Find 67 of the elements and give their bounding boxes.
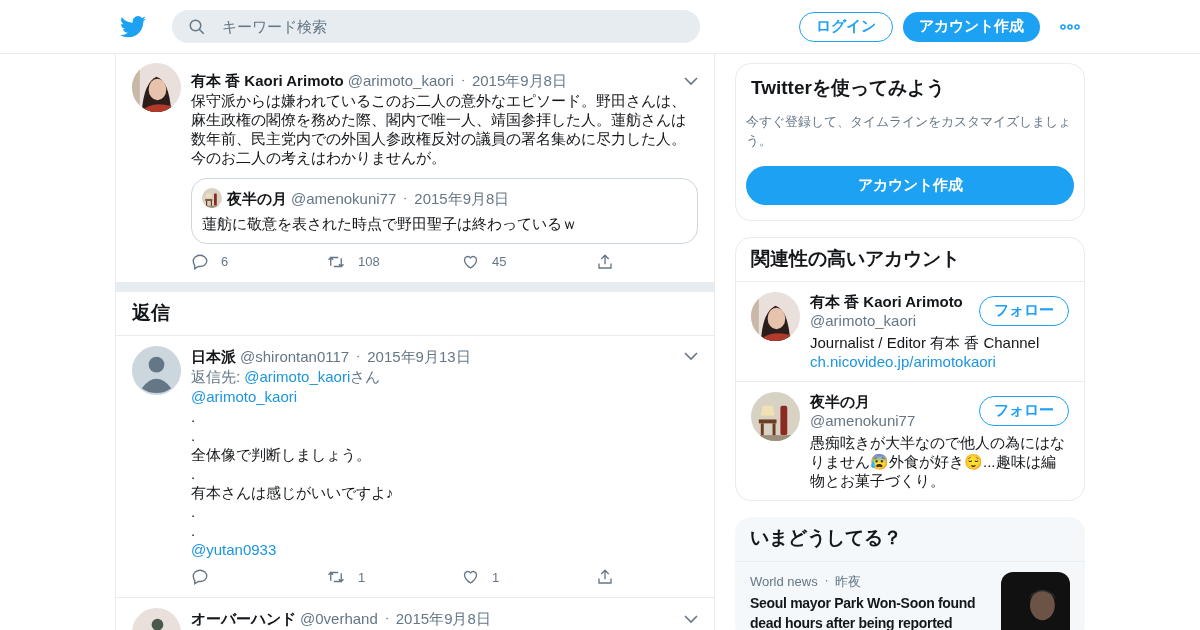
tweet-text: . xyxy=(191,520,197,540)
tweet-text: . xyxy=(191,425,197,445)
heart-icon[interactable] xyxy=(461,568,480,587)
separator-dot: ・ xyxy=(400,191,411,206)
reply-to-label: 返信先: xyxy=(191,366,241,387)
tweet-date[interactable]: 2015年9月13日 xyxy=(367,346,471,366)
reply-to-suffix: さん xyxy=(350,366,381,387)
user-handle[interactable]: @amenokuni77 xyxy=(291,188,397,208)
news-category: World news xyxy=(750,572,818,591)
profile-link[interactable]: ch.nicovideo.jp/arimotokaori xyxy=(810,351,1069,371)
tweet-text: 保守派からは嫌われているこのお二人の意外なエピソード。野田さんは、麻生政権の閣僚を務めた際、閣内で唯一人、靖国参拝した人。蓮舫さんは数年前、民主党内での外国人参政権反対の議員の署名集めに尽力した人。今のお二人の考えはわかりませんが。 xyxy=(191,91,687,167)
user-name[interactable]: 有本 香 Kaori Arimoto xyxy=(191,71,344,90)
reply-icon[interactable] xyxy=(191,252,209,271)
retweet-count: 1 xyxy=(358,568,366,587)
user-bio: Journalist / Editor 有本 香 Channel xyxy=(810,332,1041,352)
card-title: Twitterを使ってみよう xyxy=(750,76,946,100)
mention-link[interactable]: @arimoto_kaori xyxy=(191,386,698,407)
bird-logo[interactable] xyxy=(120,15,146,38)
default-avatar-icon[interactable] xyxy=(132,345,181,395)
news-headline[interactable]: Seoul mayor Park Won-Soon found dead hours after being reported xyxy=(750,593,999,630)
user-handle[interactable]: @arimoto_kaori xyxy=(347,71,454,90)
card-title: 関連性の高いアカウント xyxy=(736,237,1084,282)
like-count: 45 xyxy=(492,253,507,271)
user-name[interactable]: 有本 香 Kaori Arimoto xyxy=(810,291,979,311)
separator-dot: ・ xyxy=(381,612,392,626)
more-icon[interactable] xyxy=(1060,23,1080,30)
card-title: いまどうしてる？ xyxy=(735,516,1085,562)
signup-button[interactable]: アカウント作成 xyxy=(746,165,1074,205)
like-count: 1 xyxy=(492,568,500,587)
tweet-date[interactable]: 2015年9月8日 xyxy=(471,71,567,90)
reply-icon[interactable] xyxy=(191,568,209,587)
news-time: 昨夜 xyxy=(834,572,861,591)
search-icon xyxy=(188,18,206,36)
tweet-date[interactable]: 2015年9月8日 xyxy=(395,609,491,628)
quoted-tweet[interactable]: 夜半の月 @amenokuni77 ・ 2015年9月8日 蓮舫に敬意を表された時点で野田聖子は終わっているｗ xyxy=(191,178,698,244)
tweet-text: . xyxy=(191,501,197,521)
user-handle[interactable]: @arimoto_kaori xyxy=(810,310,979,330)
mention-link[interactable]: @arimoto_kaori xyxy=(244,365,351,387)
retweet-count: 108 xyxy=(358,253,380,271)
chevron-icon[interactable] xyxy=(684,613,698,624)
user-name[interactable]: 夜半の月 xyxy=(227,188,287,208)
chevron-icon[interactable] xyxy=(684,75,698,86)
quoted-text: 蓮舫に敬意を表された時点で野田聖子は終わっているｗ xyxy=(202,214,578,233)
user-name[interactable]: 日本派 xyxy=(191,346,236,366)
card-text: 今すぐ登録して、タイムラインをカスタマイズしましょう。 xyxy=(746,112,1072,150)
section-heading: 返信 xyxy=(132,300,170,325)
tweet-date[interactable]: 2015年9月8日 xyxy=(414,188,510,208)
search-field[interactable]: キーワード検索 xyxy=(172,10,700,43)
separator-dot: ・ xyxy=(821,574,831,588)
signup-button[interactable]: アカウント作成 xyxy=(903,11,1040,42)
user-bio: 愚痴呟きが大半なので他人の為にはなりません😰外食が好き😌...趣味は編物とお菓子づくり。 xyxy=(810,432,1066,490)
chevron-icon[interactable] xyxy=(684,351,698,361)
share-icon[interactable] xyxy=(596,568,614,587)
tweet-text: 全体像で判断しましょう。 xyxy=(191,444,372,464)
tweet-text: 有本さんは感じがいいですよ♪ xyxy=(191,482,395,502)
user-handle[interactable]: @amenokuni77 xyxy=(810,410,979,430)
share-icon[interactable] xyxy=(596,252,614,271)
tweet-text: . xyxy=(191,463,197,483)
mention-link[interactable]: @yutan0933 xyxy=(191,539,698,560)
user-name[interactable]: 夜半の月 xyxy=(810,391,979,411)
separator-dot: ・ xyxy=(353,349,364,364)
user-handle[interactable]: @shirontan0117 xyxy=(240,346,350,366)
separator-dot: ・ xyxy=(457,74,468,88)
user-name[interactable]: オーバーハンド xyxy=(191,609,296,628)
tweet-text: . xyxy=(191,406,197,426)
user-handle[interactable]: @0verhand xyxy=(300,609,378,628)
reply-count: 6 xyxy=(221,253,229,271)
